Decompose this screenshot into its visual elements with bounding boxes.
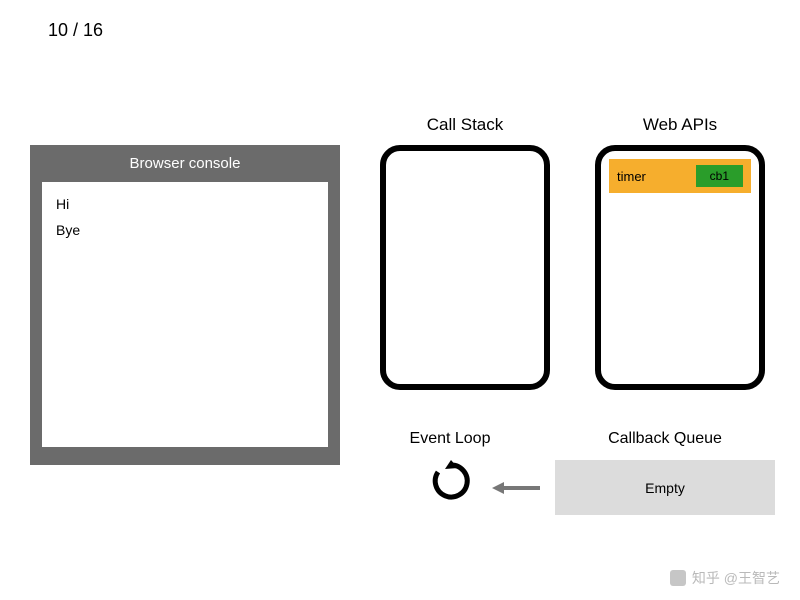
- console-title: Browser console: [30, 145, 340, 182]
- call-stack-box: [380, 145, 550, 390]
- arrow-left-icon: [490, 478, 542, 503]
- event-loop-icon: [430, 460, 472, 507]
- console-line: Bye: [56, 222, 314, 238]
- console-body: Hi Bye: [42, 182, 328, 447]
- zhihu-logo-icon: [670, 570, 686, 586]
- web-apis-box: timer cb1: [595, 145, 765, 390]
- callback-queue-label: Callback Queue: [555, 430, 775, 448]
- callback-queue-box: Empty: [555, 460, 775, 515]
- watermark-text: 知乎 @王智艺: [692, 568, 780, 588]
- page-counter: 10 / 16: [48, 20, 103, 41]
- event-loop-label: Event Loop: [375, 430, 525, 448]
- watermark: 知乎 @王智艺: [670, 568, 780, 588]
- browser-console: Browser console Hi Bye: [30, 145, 340, 465]
- callback-queue-content: Empty: [645, 480, 685, 496]
- call-stack-label: Call Stack: [375, 115, 555, 135]
- console-line: Hi: [56, 196, 314, 212]
- timer-label: timer: [617, 169, 696, 184]
- web-api-timer-item: timer cb1: [609, 159, 751, 193]
- timer-callback-badge: cb1: [696, 165, 743, 187]
- web-apis-label: Web APIs: [590, 115, 770, 135]
